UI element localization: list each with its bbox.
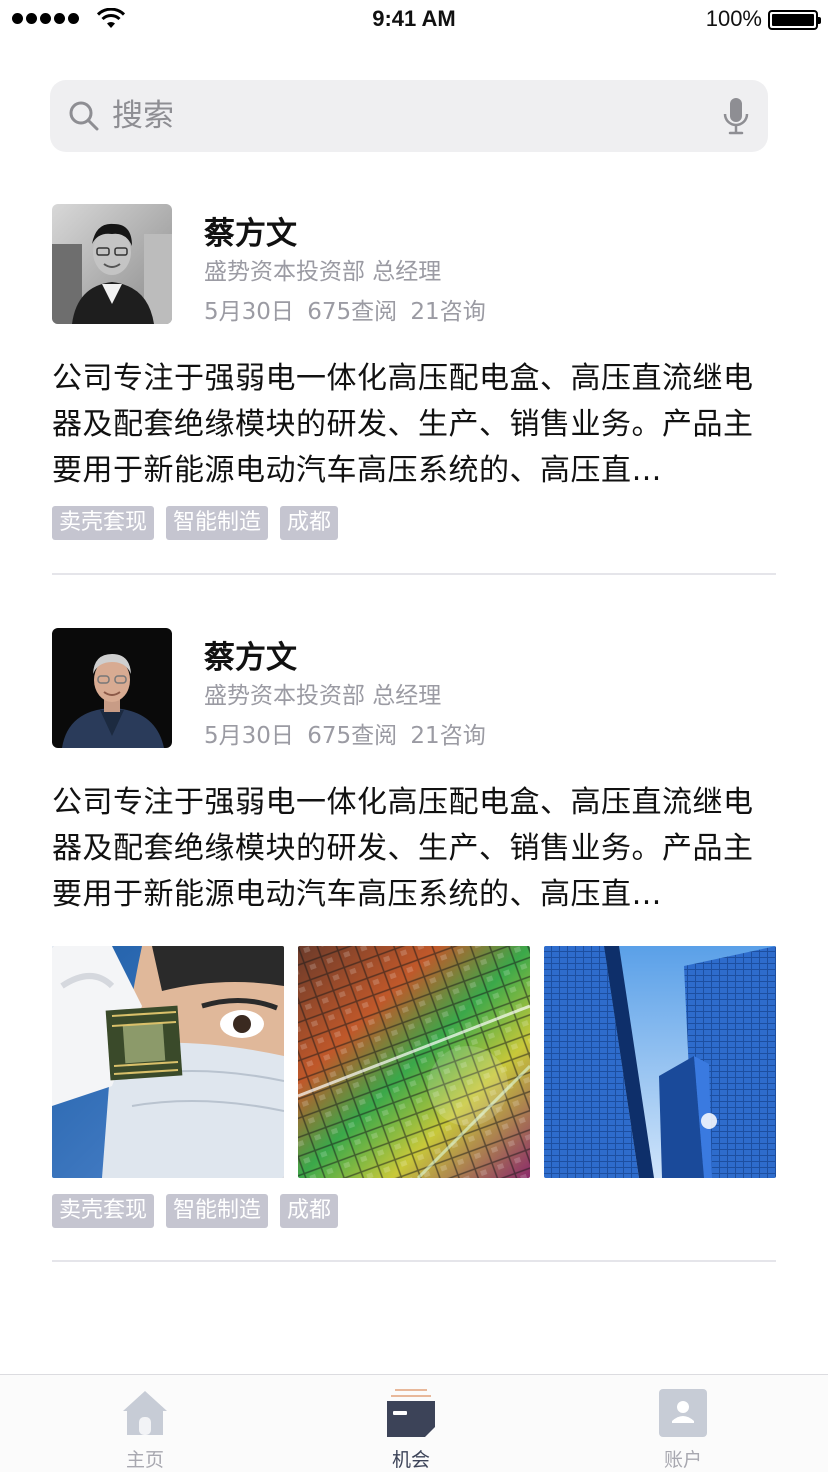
company-title: 盛势资本投资部 总经理	[204, 683, 442, 709]
post-stats: 5月30日 675查阅 21咨询	[204, 723, 486, 749]
account-icon	[659, 1389, 707, 1437]
battery-percentage: 100%	[705, 6, 762, 31]
tab-home[interactable]: 主页	[75, 1387, 215, 1472]
tab-label: 主页	[125, 1449, 164, 1471]
tag[interactable]: 成都	[280, 506, 339, 540]
tag[interactable]: 成都	[280, 1194, 339, 1228]
skyscraper-photo[interactable]	[544, 946, 776, 1178]
tab-bar: 主页 机会 账户	[0, 1374, 828, 1472]
tab-account[interactable]: 账户	[613, 1387, 753, 1472]
person-name: 蔡方文	[204, 640, 297, 676]
divider	[52, 1260, 776, 1262]
tab-label: 账户	[663, 1449, 702, 1471]
silicon-wafer-photo[interactable]	[298, 946, 530, 1178]
home-icon	[123, 1391, 167, 1435]
divider	[52, 573, 776, 575]
post-stats: 5月30日 675查阅 21咨询	[204, 299, 486, 325]
tag[interactable]: 卖壳套现	[52, 1194, 155, 1228]
tab-opportunity[interactable]: 机会	[341, 1387, 481, 1472]
status-bar: 9:41 AM 100%	[0, 0, 828, 40]
description: 公司专注于强弱电一体化高压配电盒、高压直流继电器及配套绝缘模块的研发、生产、销售…	[52, 361, 754, 488]
tag-list: 卖壳套现 智能制造 成都	[52, 506, 339, 540]
battery-icon	[768, 10, 821, 30]
avatar[interactable]	[52, 628, 172, 748]
photo-gallery	[52, 946, 776, 1178]
person-name: 蔡方文	[204, 216, 297, 252]
chip-inspection-photo[interactable]	[52, 946, 284, 1178]
search-icon	[69, 101, 99, 131]
search-bar[interactable]	[50, 80, 768, 152]
tag-list: 卖壳套现 智能制造 成都	[52, 1194, 339, 1228]
description: 公司专注于强弱电一体化高压配电盒、高压直流继电器及配套绝缘模块的研发、生产、销售…	[52, 785, 754, 912]
avatar[interactable]	[52, 204, 172, 324]
tab-label: 机会	[391, 1449, 430, 1471]
search-input[interactable]	[112, 92, 692, 140]
company-title: 盛势资本投资部 总经理	[204, 259, 442, 285]
tag[interactable]: 卖壳套现	[52, 506, 155, 540]
tag[interactable]: 智能制造	[166, 1194, 269, 1228]
opportunity-card[interactable]: 蔡方文 盛势资本投资部 总经理 5月30日 675查阅 21咨询 公司专注于强弱…	[52, 204, 776, 544]
tag[interactable]: 智能制造	[166, 506, 269, 540]
opportunity-card[interactable]: 蔡方文 盛势资本投资部 总经理 5月30日 675查阅 21咨询 公司专注于强弱…	[52, 628, 776, 1230]
microphone-icon[interactable]	[722, 96, 750, 136]
opportunity-icon	[387, 1389, 435, 1437]
clock: 9:41 AM	[372, 6, 456, 31]
